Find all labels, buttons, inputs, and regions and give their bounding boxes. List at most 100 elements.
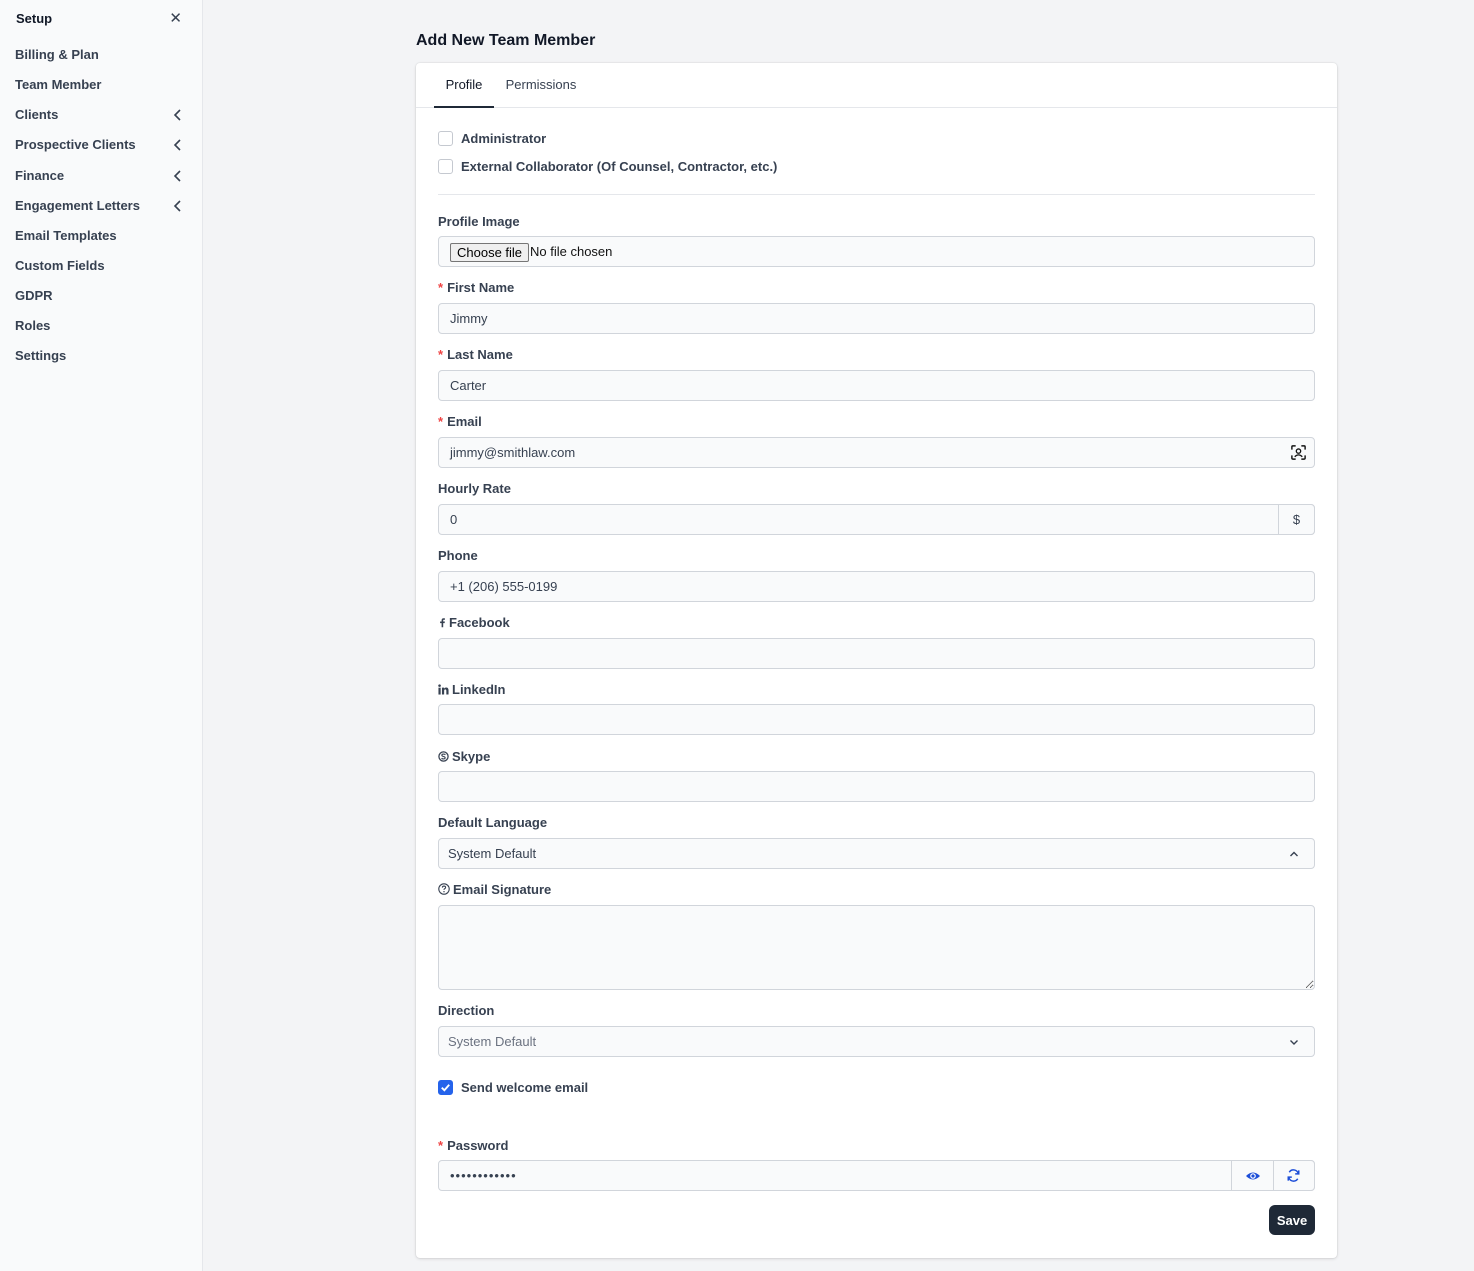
save-button[interactable]: Save bbox=[1269, 1205, 1315, 1235]
email-signature-label: Email Signature bbox=[438, 881, 551, 899]
sidebar: Setup ✕ Billing & Plan Team Member Clien… bbox=[0, 0, 203, 1271]
sidebar-item-prospective-clients[interactable]: Prospective Clients bbox=[15, 134, 187, 156]
tab-bar: Profile Permissions bbox=[416, 63, 1337, 108]
direction-label: Direction bbox=[438, 1003, 495, 1018]
sidebar-item-clients[interactable]: Clients bbox=[15, 104, 187, 126]
currency-addon: $ bbox=[1278, 504, 1315, 535]
administrator-label: Administrator bbox=[461, 131, 547, 146]
chevron-up-icon bbox=[1290, 851, 1298, 857]
sidebar-item-billing-plan[interactable]: Billing & Plan bbox=[15, 44, 187, 66]
password-value: •••••••••••• bbox=[450, 1168, 517, 1183]
profile-image-label: Profile Image bbox=[438, 214, 520, 229]
sidebar-item-label: Engagement Letters bbox=[15, 198, 140, 213]
facebook-input[interactable] bbox=[438, 638, 1315, 669]
tab-permissions[interactable]: Permissions bbox=[502, 63, 580, 108]
phone-label: Phone bbox=[438, 548, 478, 563]
profile-image-input[interactable]: Choose file No file chosen bbox=[438, 236, 1315, 267]
default-language-value: System Default bbox=[448, 846, 537, 861]
phone-input[interactable]: +1 (206) 555-0199 bbox=[438, 571, 1315, 602]
linkedin-label-text: LinkedIn bbox=[452, 682, 506, 697]
sidebar-header: Setup ✕ bbox=[16, 10, 186, 28]
sidebar-item-label: Settings bbox=[15, 348, 67, 363]
last-name-label: * Last Name bbox=[438, 346, 513, 364]
sidebar-item-label: Email Templates bbox=[15, 228, 117, 243]
first-name-label: * First Name bbox=[438, 279, 514, 297]
hourly-rate-value: 0 bbox=[450, 512, 458, 527]
sidebar-item-label: Billing & Plan bbox=[15, 47, 99, 62]
linkedin-input[interactable] bbox=[438, 704, 1315, 735]
sidebar-item-label: GDPR bbox=[15, 288, 53, 303]
facebook-icon bbox=[440, 618, 445, 628]
chevron-down-icon bbox=[1290, 1040, 1298, 1045]
chevron-left-icon bbox=[173, 170, 181, 182]
default-language-label: Default Language bbox=[438, 815, 548, 830]
hourly-rate-label: Hourly Rate bbox=[438, 481, 511, 496]
skype-icon bbox=[438, 751, 449, 762]
email-signature-label-text: Email Signature bbox=[453, 882, 552, 897]
required-marker: * bbox=[438, 414, 444, 429]
sidebar-item-label: Team Member bbox=[15, 77, 102, 92]
sidebar-title: Setup bbox=[16, 11, 53, 26]
email-value: jimmy@smithlaw.com bbox=[450, 445, 576, 460]
sidebar-item-settings[interactable]: Settings bbox=[15, 345, 187, 367]
skype-label-text: Skype bbox=[452, 749, 491, 764]
checkbox-box[interactable] bbox=[438, 1080, 453, 1095]
close-icon[interactable]: ✕ bbox=[169, 10, 182, 28]
sidebar-item-roles[interactable]: Roles bbox=[15, 315, 187, 337]
show-password-button[interactable] bbox=[1231, 1160, 1274, 1191]
sidebar-item-label: Custom Fields bbox=[15, 258, 105, 273]
last-name-label-text: Last Name bbox=[447, 347, 513, 362]
file-status: No file chosen bbox=[530, 244, 613, 259]
divider bbox=[438, 194, 1315, 195]
first-name-label-text: First Name bbox=[447, 280, 515, 295]
first-name-input[interactable]: Jimmy bbox=[438, 303, 1315, 334]
sidebar-item-label: Prospective Clients bbox=[15, 137, 136, 152]
password-label: * Password bbox=[438, 1137, 508, 1155]
sidebar-item-label: Clients bbox=[15, 107, 59, 122]
skype-input[interactable] bbox=[438, 771, 1315, 802]
sidebar-item-label: Roles bbox=[15, 318, 51, 333]
required-marker: * bbox=[438, 1138, 444, 1153]
sidebar-item-team-member[interactable]: Team Member bbox=[15, 74, 187, 96]
required-marker: * bbox=[438, 280, 444, 295]
send-welcome-email-label: Send welcome email bbox=[461, 1080, 589, 1095]
sidebar-item-label: Finance bbox=[15, 168, 65, 183]
page-title: Add New Team Member bbox=[416, 32, 596, 49]
sidebar-item-engagement-letters[interactable]: Engagement Letters bbox=[15, 195, 187, 217]
email-signature-textarea[interactable] bbox=[438, 905, 1315, 990]
direction-select[interactable]: System Default bbox=[438, 1026, 1315, 1057]
email-label-text: Email bbox=[447, 414, 482, 429]
email-label: * Email bbox=[438, 413, 482, 431]
skype-label: Skype bbox=[438, 748, 490, 766]
refresh-icon bbox=[1287, 1169, 1300, 1182]
last-name-input[interactable]: Carter bbox=[438, 370, 1315, 401]
direction-value: System Default bbox=[448, 1034, 537, 1049]
team-member-form-card: Profile Permissions Administrator Extern… bbox=[416, 63, 1337, 1258]
checkbox-box[interactable] bbox=[438, 131, 453, 146]
chevron-left-icon bbox=[173, 139, 181, 151]
generate-password-button[interactable] bbox=[1273, 1160, 1315, 1191]
checkmark-icon bbox=[441, 1084, 450, 1092]
required-marker: * bbox=[438, 347, 444, 362]
choose-file-button[interactable]: Choose file bbox=[450, 243, 530, 262]
sidebar-item-finance[interactable]: Finance bbox=[15, 165, 187, 187]
linkedin-icon bbox=[438, 684, 449, 695]
sidebar-item-custom-fields[interactable]: Custom Fields bbox=[15, 255, 187, 277]
facebook-label: Facebook bbox=[438, 614, 510, 632]
default-language-select[interactable]: System Default bbox=[438, 838, 1315, 869]
help-circle-icon[interactable] bbox=[438, 883, 450, 895]
tab-profile[interactable]: Profile bbox=[434, 63, 494, 108]
linkedin-label: LinkedIn bbox=[438, 681, 505, 699]
facebook-label-text: Facebook bbox=[449, 615, 510, 630]
chevron-left-icon bbox=[173, 200, 181, 212]
email-input[interactable]: jimmy@smithlaw.com bbox=[438, 437, 1315, 468]
sidebar-item-email-templates[interactable]: Email Templates bbox=[15, 225, 187, 247]
password-input[interactable]: •••••••••••• bbox=[438, 1160, 1315, 1191]
contact-card-icon[interactable] bbox=[1290, 444, 1307, 461]
external-collaborator-label: External Collaborator (Of Counsel, Contr… bbox=[461, 159, 778, 174]
sidebar-item-gdpr[interactable]: GDPR bbox=[15, 285, 187, 307]
eye-icon bbox=[1246, 1172, 1260, 1180]
password-label-text: Password bbox=[447, 1138, 509, 1153]
hourly-rate-input[interactable]: 0 $ bbox=[438, 504, 1315, 535]
checkbox-box[interactable] bbox=[438, 159, 453, 174]
